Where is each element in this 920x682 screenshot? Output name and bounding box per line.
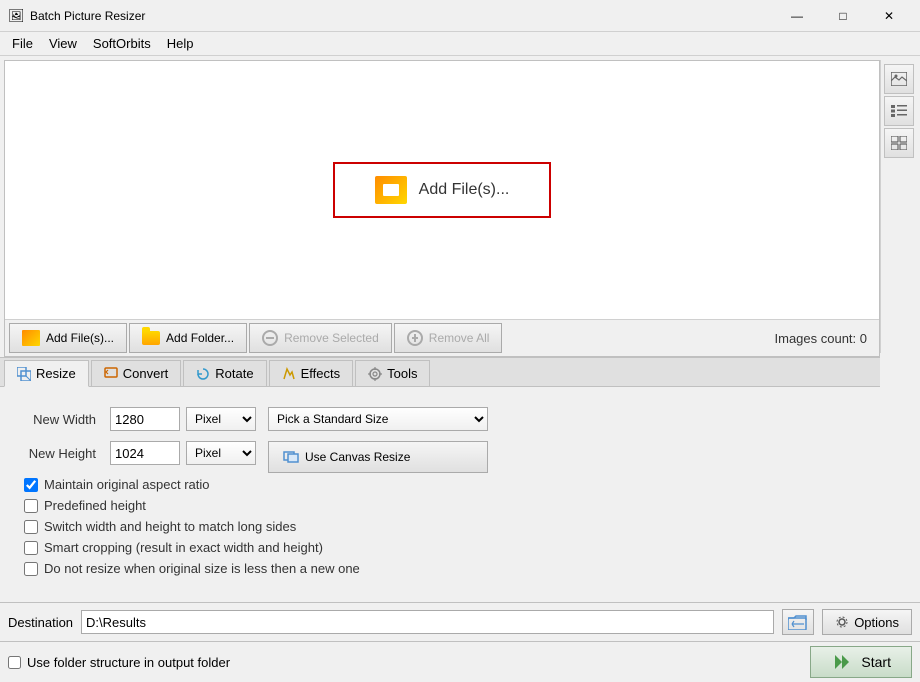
switch-width-height-label: Switch width and height to match long si… bbox=[44, 519, 296, 534]
options-label: Options bbox=[854, 615, 899, 630]
maintain-aspect-row: Maintain original aspect ratio bbox=[24, 477, 856, 492]
do-not-resize-label: Do not resize when original size is less… bbox=[44, 561, 360, 576]
start-icon bbox=[831, 653, 853, 671]
list-view-button[interactable] bbox=[884, 96, 914, 126]
height-input[interactable] bbox=[110, 441, 180, 465]
list-view-icon bbox=[891, 104, 907, 118]
options-gear-icon bbox=[835, 615, 849, 629]
destination-bar: Destination Options bbox=[0, 602, 920, 641]
resize-grid: New Width Pixel Percent Inch Cm New Heig… bbox=[16, 399, 864, 477]
predefined-height-row: Predefined height bbox=[24, 498, 856, 513]
remove-selected-icon bbox=[262, 330, 278, 346]
canvas-resize-icon bbox=[283, 449, 299, 465]
width-input[interactable] bbox=[110, 407, 180, 431]
footer: Use folder structure in output folder St… bbox=[0, 641, 920, 682]
remove-all-icon bbox=[407, 330, 423, 346]
effects-tab-icon bbox=[282, 367, 296, 381]
use-folder-checkbox[interactable] bbox=[8, 656, 21, 669]
destination-input[interactable] bbox=[81, 610, 774, 634]
grid-view-icon bbox=[891, 136, 907, 150]
title-bar-controls: — □ ✕ bbox=[774, 0, 912, 32]
add-files-button[interactable]: Add File(s)... bbox=[9, 323, 127, 353]
add-folder-icon bbox=[142, 331, 160, 345]
maximize-button[interactable]: □ bbox=[820, 0, 866, 32]
menu-help[interactable]: Help bbox=[159, 34, 202, 53]
canvas-resize-label: Use Canvas Resize bbox=[305, 450, 410, 464]
switch-width-height-row: Switch width and height to match long si… bbox=[24, 519, 856, 534]
tools-tab-icon bbox=[368, 367, 382, 381]
menu-file[interactable]: File bbox=[4, 34, 41, 53]
do-not-resize-row: Do not resize when original size is less… bbox=[24, 561, 856, 576]
close-button[interactable]: ✕ bbox=[866, 0, 912, 32]
maintain-aspect-checkbox[interactable] bbox=[24, 478, 38, 492]
rotate-tab-icon bbox=[196, 367, 210, 381]
image-view-icon bbox=[891, 72, 907, 86]
menu-bar: File View SoftOrbits Help bbox=[0, 32, 920, 56]
start-label: Start bbox=[861, 654, 891, 670]
menu-view[interactable]: View bbox=[41, 34, 85, 53]
destination-browse-button[interactable] bbox=[782, 609, 814, 635]
smart-cropping-checkbox[interactable] bbox=[24, 541, 38, 555]
main-content: Add File(s)... Add File(s)... Add Folder… bbox=[0, 56, 920, 682]
checkboxes-section: Maintain original aspect ratio Predefine… bbox=[16, 477, 864, 590]
menu-softorbits[interactable]: SoftOrbits bbox=[85, 34, 159, 53]
predefined-height-checkbox[interactable] bbox=[24, 499, 38, 513]
resize-tab-icon bbox=[17, 367, 31, 381]
start-button[interactable]: Start bbox=[810, 646, 912, 678]
tab-resize[interactable]: Resize bbox=[4, 360, 89, 387]
minimize-button[interactable]: — bbox=[774, 0, 820, 32]
add-files-icon bbox=[22, 330, 40, 346]
add-files-big-icon bbox=[375, 176, 407, 204]
remove-all-button[interactable]: Remove All bbox=[394, 323, 503, 353]
new-width-label: New Width bbox=[24, 412, 104, 427]
add-files-big-label: Add File(s)... bbox=[419, 181, 510, 199]
add-folder-button[interactable]: Add Folder... bbox=[129, 323, 247, 353]
predefined-height-label: Predefined height bbox=[44, 498, 146, 513]
do-not-resize-checkbox[interactable] bbox=[24, 562, 38, 576]
height-row: New Height Pixel Percent Inch Cm bbox=[24, 441, 256, 465]
resize-right: Pick a Standard Size 800x600 1024x768 12… bbox=[268, 407, 488, 473]
convert-tab-icon bbox=[104, 367, 118, 381]
tab-effects[interactable]: Effects bbox=[269, 360, 354, 386]
height-unit-select[interactable]: Pixel Percent Inch Cm bbox=[186, 441, 256, 465]
images-count: Images count: 0 bbox=[775, 331, 876, 346]
top-section: Add File(s)... Add File(s)... Add Folder… bbox=[0, 56, 920, 357]
tab-convert[interactable]: Convert bbox=[91, 360, 182, 386]
smart-cropping-row: Smart cropping (result in exact width an… bbox=[24, 540, 856, 555]
smart-cropping-label: Smart cropping (result in exact width an… bbox=[44, 540, 323, 555]
image-view-button[interactable] bbox=[884, 64, 914, 94]
width-row: New Width Pixel Percent Inch Cm bbox=[24, 407, 256, 431]
title-bar-text: Batch Picture Resizer bbox=[30, 9, 774, 23]
resize-content: New Width Pixel Percent Inch Cm New Heig… bbox=[0, 387, 880, 602]
standard-size-select[interactable]: Pick a Standard Size 800x600 1024x768 12… bbox=[268, 407, 488, 431]
right-sidebar bbox=[880, 60, 916, 353]
resize-left: New Width Pixel Percent Inch Cm New Heig… bbox=[24, 407, 256, 473]
options-button[interactable]: Options bbox=[822, 609, 912, 635]
drop-area: Add File(s)... bbox=[5, 61, 879, 319]
toolbar: Add File(s)... Add Folder... Remove Sele… bbox=[5, 319, 879, 356]
switch-width-height-checkbox[interactable] bbox=[24, 520, 38, 534]
settings-section: Resize Convert Rotate bbox=[0, 357, 880, 602]
tab-tools[interactable]: Tools bbox=[355, 360, 430, 386]
app-icon: 🖼 bbox=[8, 8, 24, 24]
title-bar: 🖼 Batch Picture Resizer — □ ✕ bbox=[0, 0, 920, 32]
maintain-aspect-label: Maintain original aspect ratio bbox=[44, 477, 209, 492]
tab-rotate[interactable]: Rotate bbox=[183, 360, 266, 386]
tabs-bar: Resize Convert Rotate bbox=[0, 358, 880, 387]
grid-view-button[interactable] bbox=[884, 128, 914, 158]
add-files-big-button[interactable]: Add File(s)... bbox=[333, 162, 552, 218]
new-height-label: New Height bbox=[24, 446, 104, 461]
browse-icon bbox=[788, 614, 808, 630]
destination-label: Destination bbox=[8, 615, 73, 630]
settings-panel: Resize Convert Rotate bbox=[0, 358, 880, 602]
canvas-resize-button[interactable]: Use Canvas Resize bbox=[268, 441, 488, 473]
width-unit-select[interactable]: Pixel Percent Inch Cm bbox=[186, 407, 256, 431]
use-folder-label: Use folder structure in output folder bbox=[27, 655, 230, 670]
use-folder-row: Use folder structure in output folder bbox=[8, 655, 230, 670]
remove-selected-button[interactable]: Remove Selected bbox=[249, 323, 392, 353]
